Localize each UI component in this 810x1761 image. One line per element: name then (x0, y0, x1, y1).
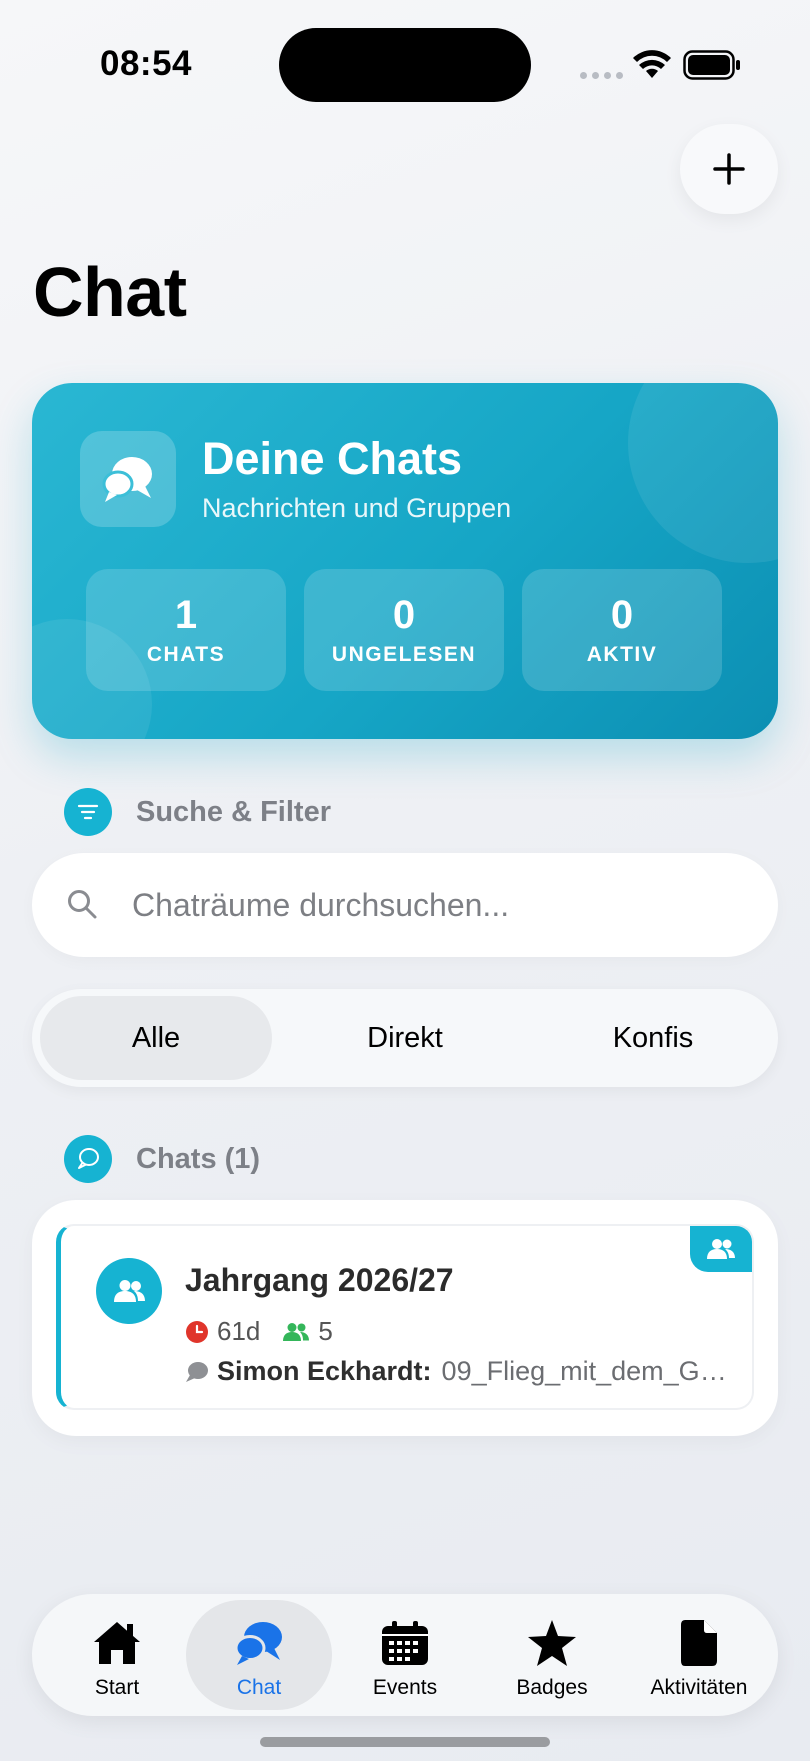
chat-name: Jahrgang 2026/27 (185, 1262, 454, 1298)
stat-unread: 0 UNGELESEN (304, 569, 504, 691)
stat-active: 0 AKTIV (522, 569, 722, 691)
status-bar: 08:54 (0, 0, 810, 130)
tab-label: Events (372, 1676, 438, 1699)
clock-icon (185, 1320, 209, 1344)
status-time: 08:54 (100, 44, 193, 83)
tab-label: Chat (236, 1676, 282, 1699)
document-icon (680, 1614, 718, 1672)
filter-option-direkt[interactable]: Direkt (289, 996, 521, 1080)
stat-label: AKTIV (586, 643, 658, 666)
search-icon (68, 890, 97, 919)
tab-aktivitaeten[interactable]: Aktivitäten (626, 1600, 772, 1710)
search-filter-header: Suche & Filter (64, 788, 331, 836)
search-bar[interactable] (32, 853, 778, 957)
tab-label: Start (94, 1676, 140, 1699)
group-avatar (96, 1258, 162, 1324)
tab-bar: Start Chat Events Badges Aktivitäten (32, 1594, 778, 1716)
page-title: Chat (33, 253, 187, 331)
stat-value: 0 (610, 593, 634, 637)
tab-label: Aktivitäten (650, 1676, 748, 1699)
hero-title: Deine Chats (202, 433, 463, 484)
house-icon (92, 1614, 142, 1672)
new-chat-button[interactable] (680, 124, 778, 214)
chat-type-filter: Alle Direkt Konfis (32, 989, 778, 1087)
chat-bubbles-icon (80, 431, 176, 527)
chats-overview-card: Deine Chats Nachrichten und Gruppen 1 CH… (32, 383, 778, 739)
chat-bubble-icon (64, 1135, 112, 1183)
tab-start[interactable]: Start (44, 1600, 190, 1710)
chat-member-count: 5 (318, 1316, 333, 1346)
last-message-sender: Simon Eckhardt: (217, 1356, 432, 1386)
chats-header: Chats (1) (64, 1135, 260, 1183)
tab-label: Badges (516, 1676, 588, 1699)
group-icon (690, 1226, 752, 1272)
dynamic-island (279, 28, 531, 102)
stat-value: 0 (392, 593, 416, 637)
star-icon (527, 1614, 577, 1672)
filter-icon (64, 788, 112, 836)
chat-list-item[interactable]: Jahrgang 2026/27 61d 5 Simon Eckhardt: 0… (56, 1224, 754, 1410)
stat-label: UNGELESEN (331, 643, 477, 666)
home-indicator[interactable] (260, 1737, 550, 1747)
battery-icon (683, 50, 740, 80)
search-input[interactable] (132, 875, 732, 935)
plus-icon (713, 153, 745, 185)
last-message-text: 09_Flieg_mit_dem_Gebet_Konfi_Faltflieger… (441, 1356, 730, 1386)
section-title: Chats (1) (136, 1142, 261, 1175)
stat-value: 1 (174, 593, 198, 637)
filter-option-alle[interactable]: Alle (40, 996, 272, 1080)
stat-chats: 1 CHATS (86, 569, 286, 691)
stat-label: CHATS (146, 643, 226, 666)
chat-meta: 61d 5 (185, 1316, 333, 1347)
chat-bubbles-icon (234, 1614, 284, 1672)
chat-last-message: Simon Eckhardt: 09_Flieg_mit_dem_Gebet_K… (185, 1356, 730, 1387)
members-icon (282, 1322, 310, 1342)
tab-badges[interactable]: Badges (479, 1600, 625, 1710)
cellular-signal-icon (580, 72, 623, 79)
tab-chat[interactable]: Chat (186, 1600, 332, 1710)
section-title: Suche & Filter (136, 795, 331, 828)
hero-subtitle: Nachrichten und Gruppen (202, 493, 512, 523)
chat-list: Jahrgang 2026/27 61d 5 Simon Eckhardt: 0… (32, 1200, 778, 1436)
filter-option-konfis[interactable]: Konfis (537, 996, 769, 1080)
tab-events[interactable]: Events (332, 1600, 478, 1710)
chat-time-left: 61d (217, 1316, 261, 1346)
calendar-icon (381, 1614, 429, 1672)
decorative-circle (628, 383, 778, 563)
wifi-icon (633, 50, 671, 78)
message-icon (185, 1361, 209, 1383)
